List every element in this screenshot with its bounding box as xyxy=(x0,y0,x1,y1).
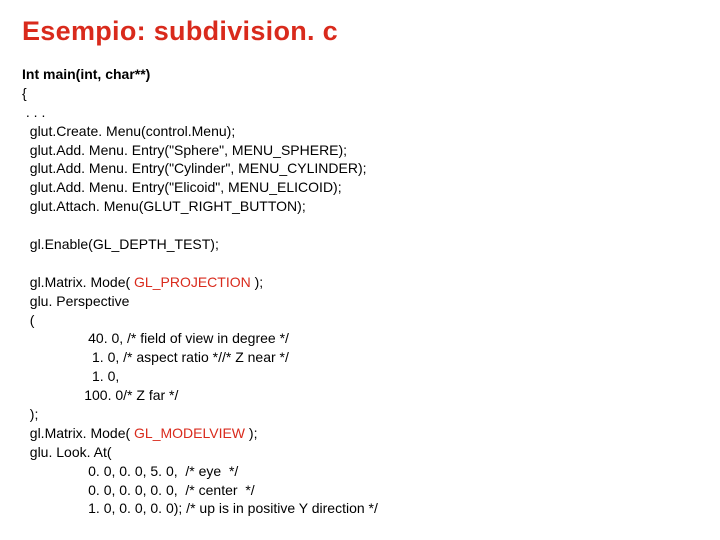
code-line: 1. 0, xyxy=(22,368,119,384)
code-line: ); xyxy=(251,274,263,290)
code-block: Int main(int, char**) { . . . glut.Creat… xyxy=(22,65,698,518)
code-line: glut.Add. Menu. Entry("Cylinder", MENU_C… xyxy=(22,160,367,176)
code-line: { xyxy=(22,85,27,101)
code-line: ( xyxy=(22,312,34,328)
code-line: 100. 0/* Z far */ xyxy=(22,387,178,403)
code-line: glut.Add. Menu. Entry("Sphere", MENU_SPH… xyxy=(22,142,347,158)
gl-modelview-const: GL_MODELVIEW xyxy=(134,425,245,441)
code-line: ); xyxy=(245,425,257,441)
code-line: 0. 0, 0. 0, 5. 0, /* eye */ xyxy=(22,463,238,479)
slide: Esempio: subdivision. c Int main(int, ch… xyxy=(0,0,720,540)
code-line: 1. 0, /* aspect ratio *//* Z near */ xyxy=(22,349,289,365)
code-line: glut.Create. Menu(control.Menu); xyxy=(22,123,235,139)
function-signature: Int main(int, char**) xyxy=(22,66,150,82)
code-line: . . . xyxy=(22,104,45,120)
slide-title: Esempio: subdivision. c xyxy=(22,16,698,47)
code-line: gl.Matrix. Mode( xyxy=(22,425,134,441)
code-line: glu. Look. At( xyxy=(22,444,112,460)
code-line: 1. 0, 0. 0, 0. 0); /* up is in positive … xyxy=(22,500,378,516)
code-line: ); xyxy=(22,406,38,422)
code-line: glut.Attach. Menu(GLUT_RIGHT_BUTTON); xyxy=(22,198,306,214)
code-line: 0. 0, 0. 0, 0. 0, /* center */ xyxy=(22,482,255,498)
code-line: gl.Matrix. Mode( xyxy=(22,274,134,290)
gl-projection-const: GL_PROJECTION xyxy=(134,274,251,290)
code-line: gl.Enable(GL_DEPTH_TEST); xyxy=(22,236,219,252)
code-line: glut.Add. Menu. Entry("Elicoid", MENU_EL… xyxy=(22,179,342,195)
code-line: 40. 0, /* field of view in degree */ xyxy=(22,330,289,346)
code-line: glu. Perspective xyxy=(22,293,129,309)
